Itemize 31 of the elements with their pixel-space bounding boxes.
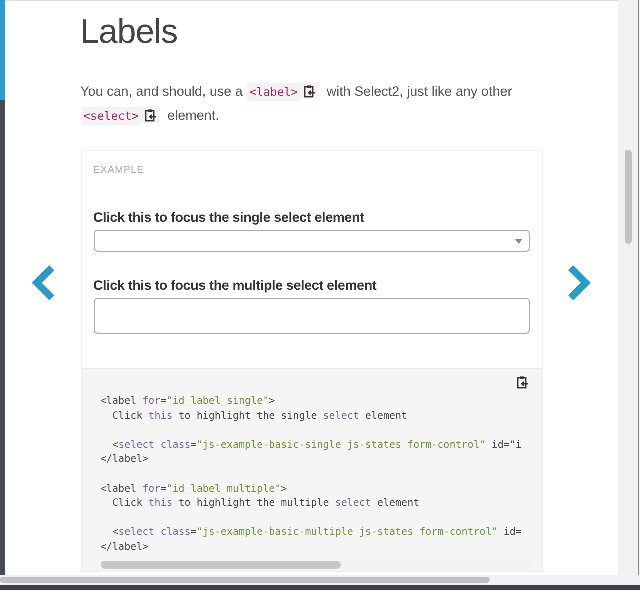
code-line: <select class="js-example-basic-single js-states form-control" id="i	[112, 438, 523, 453]
field-label[interactable]: Click this to focus the single select element	[94, 210, 530, 225]
chevron-right-icon[interactable]	[567, 265, 594, 301]
code-line: <label for="id_label_multiple">	[100, 482, 288, 497]
page-title: Labels	[80, 13, 179, 52]
section-label: EXAMPLE	[94, 165, 146, 176]
horizontal-scrollbar[interactable]	[0, 575, 640, 585]
code-line: Click this to highlight the single select element	[112, 410, 409, 424]
code-line: <select class="js-example-basic-multiple js-states form-control" id=	[112, 526, 523, 540]
multi-select-field[interactable]	[94, 298, 530, 334]
clipboard-icon[interactable]	[144, 109, 157, 122]
code-line: </label>	[100, 540, 150, 555]
clipboard-icon[interactable]	[304, 85, 316, 98]
code-line: Click this to highlight the multiple select element	[112, 497, 421, 512]
select-field[interactable]	[94, 230, 530, 252]
chevron-left-icon[interactable]	[30, 265, 56, 301]
clipboard-icon[interactable]	[516, 376, 528, 389]
horizontal-scrollbar[interactable]	[100, 560, 532, 569]
scrollbar-thumb[interactable]	[100, 560, 340, 569]
paragraph-text: element.	[166, 108, 220, 123]
vertical-scrollbar[interactable]	[618, 0, 638, 575]
scrollbar-thumb[interactable]	[0, 577, 490, 583]
caret-icon	[514, 238, 522, 244]
code-line: </label>	[100, 453, 150, 468]
code-line: <label for="id_label_single">	[100, 395, 276, 409]
scrollbar-thumb[interactable]	[624, 150, 632, 244]
code-snippet: <select>	[80, 107, 142, 125]
paragraph-text: with Select2, just like any other	[326, 84, 512, 99]
paragraph-text: You can, and should, use a	[80, 84, 244, 99]
field-label[interactable]: Click this to focus the multiple select element	[94, 278, 530, 293]
code-snippet: <label>	[246, 83, 302, 101]
